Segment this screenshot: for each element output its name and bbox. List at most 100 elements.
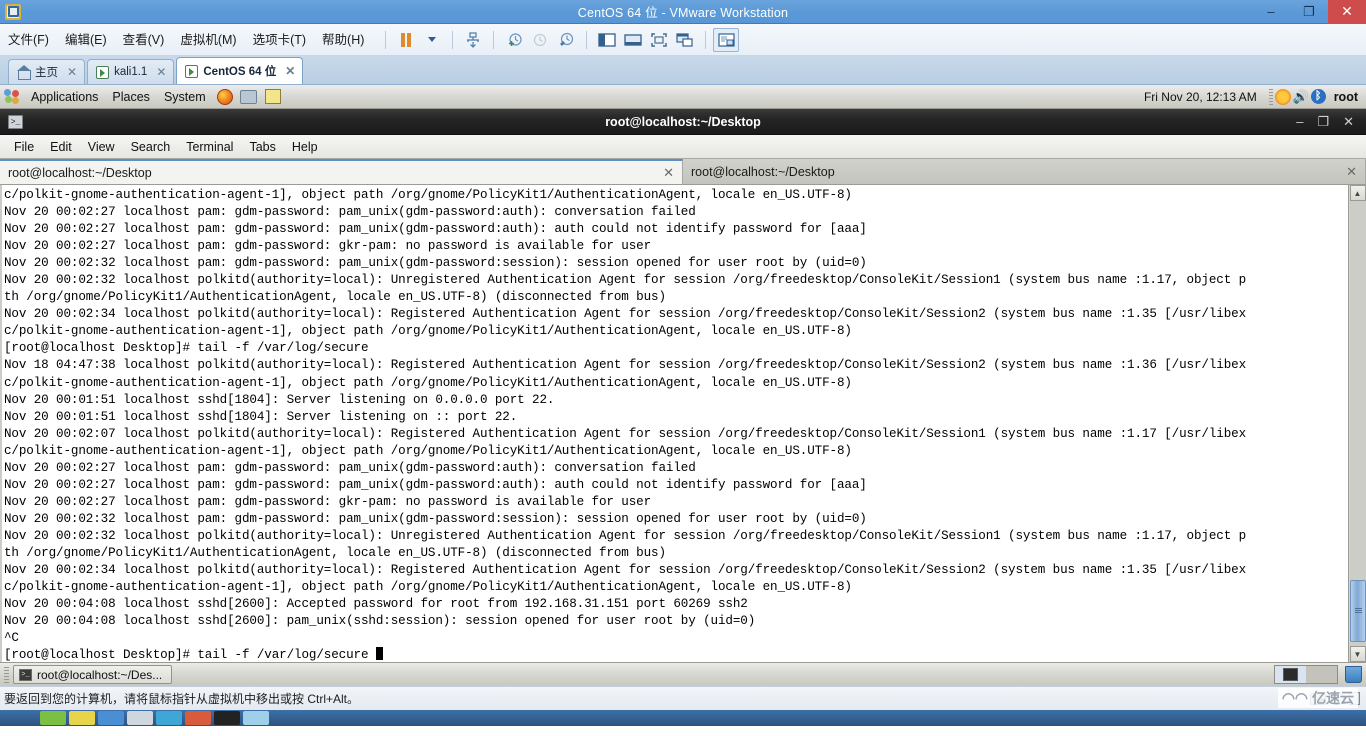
snapshot-revert-icon	[534, 33, 547, 46]
menu-tabs[interactable]: 选项卡(T)	[245, 24, 314, 56]
vm-tab-close-icon[interactable]: ✕	[156, 65, 166, 79]
panel-grip-icon	[4, 666, 9, 683]
volume-icon[interactable]: 🔊	[1293, 89, 1309, 104]
take-snapshot-button[interactable]	[501, 28, 527, 52]
terminal-window: >_ root@localhost:~/Desktop – ❐ ✕ File E…	[0, 109, 1366, 662]
vmware-window-controls: – ❐ ✕	[1252, 0, 1366, 24]
host-icon-8[interactable]	[243, 711, 269, 725]
vm-tab-label: kali1.1	[114, 66, 148, 78]
panel-separator-icon	[1268, 88, 1273, 105]
workspace-2[interactable]	[1306, 666, 1337, 683]
watermark-text: 亿速云	[1312, 690, 1354, 706]
text-editor-launcher[interactable]	[261, 86, 285, 108]
gnome-menu-places[interactable]: Places	[105, 86, 157, 108]
minimize-button[interactable]: –	[1252, 0, 1290, 24]
vm-tab-close-icon[interactable]: ✕	[67, 65, 77, 79]
menu-edit[interactable]: 编辑(E)	[57, 24, 115, 56]
pause-icon	[401, 32, 412, 47]
terminal-tab-close-icon[interactable]: ✕	[663, 165, 674, 181]
clock[interactable]: Fri Nov 20, 12:13 AM	[1134, 90, 1267, 104]
gnome-menu-applications[interactable]: Applications	[24, 86, 105, 108]
home-icon	[17, 64, 31, 80]
snapshot-manager-icon	[560, 32, 574, 46]
host-icon-4[interactable]	[127, 711, 153, 725]
vmware-title-bar: CentOS 64 位 - VMware Workstation – ❐ ✕	[0, 0, 1366, 24]
unity-mode-button[interactable]	[672, 28, 698, 52]
close-button[interactable]: ✕	[1328, 0, 1366, 24]
terminal-close-button[interactable]: ✕	[1343, 109, 1354, 135]
chevron-down-icon	[428, 37, 437, 42]
terminal-line: Nov 20 00:02:27 localhost pam: gdm-passw…	[4, 239, 652, 254]
scroll-up-icon[interactable]: ▲	[1349, 185, 1366, 201]
snapshot-manager-button[interactable]	[553, 28, 579, 52]
snapshot-add-icon	[509, 32, 522, 46]
show-sidebar-button[interactable]	[594, 28, 620, 52]
menu-vm[interactable]: 虚拟机(M)	[172, 24, 244, 56]
terminal-scrollbar[interactable]: ▲ ▼	[1348, 185, 1366, 662]
bluetooth-icon[interactable]: ᛒ	[1310, 89, 1326, 104]
terminal-maximize-button[interactable]: ❐	[1317, 109, 1329, 135]
vm-tab-close-icon[interactable]: ✕	[285, 64, 295, 78]
terminal-menu-search[interactable]: Search	[123, 135, 179, 159]
applications-menu-icon[interactable]	[0, 86, 24, 108]
terminal-minimize-button[interactable]: –	[1296, 109, 1303, 135]
vm-tab-kali[interactable]: kali1.1 ✕	[87, 59, 175, 84]
thumbnail-bar-icon	[624, 33, 643, 46]
gnome-menu-system[interactable]: System	[157, 86, 213, 108]
terminal-menu-file[interactable]: File	[6, 135, 42, 159]
host-icon-7[interactable]	[214, 711, 240, 725]
host-icon-1[interactable]	[40, 711, 66, 725]
manage-snapshot-button[interactable]	[460, 28, 486, 52]
workspace-switcher[interactable]	[1274, 665, 1338, 684]
terminal-menu-edit[interactable]: Edit	[42, 135, 80, 159]
scrollbar-thumb[interactable]	[1349, 580, 1366, 642]
user-menu[interactable]: root	[1328, 90, 1358, 104]
brightness-icon[interactable]	[1274, 88, 1291, 105]
terminal-prompt-text: [root@localhost Desktop]# tail -f /var/l…	[4, 648, 376, 662]
vm-tab-centos[interactable]: CentOS 64 位 ✕	[176, 57, 304, 84]
suspend-button[interactable]	[393, 28, 419, 52]
terminal-icon: >_	[19, 668, 32, 681]
terminal-window-title: root@localhost:~/Desktop	[605, 114, 761, 129]
host-icon-2[interactable]	[69, 711, 95, 725]
terminal-output[interactable]: c/polkit-gnome-authentication-agent-1], …	[2, 185, 1348, 662]
terminal-menu-tabs[interactable]: Tabs	[241, 135, 283, 159]
vm-tab-home[interactable]: 主页 ✕	[8, 59, 86, 84]
host-icon-5[interactable]	[156, 711, 182, 725]
host-icon-6[interactable]	[185, 711, 211, 725]
terminal-tab-close-icon[interactable]: ✕	[1346, 164, 1357, 180]
console-view-button[interactable]	[713, 27, 740, 52]
menu-help[interactable]: 帮助(H)	[314, 24, 372, 56]
terminal-line: Nov 20 00:02:34 localhost polkitd(author…	[4, 307, 1247, 322]
gnome-panel-right: Fri Nov 20, 12:13 AM 🔊 ᛒ root	[1134, 88, 1366, 105]
terminal-menu-terminal[interactable]: Terminal	[178, 135, 241, 159]
terminal-tab-1[interactable]: root@localhost:~/Desktop ✕	[0, 159, 683, 184]
maximize-button[interactable]: ❐	[1290, 0, 1328, 24]
workspace-1[interactable]	[1275, 666, 1306, 683]
host-icon-3[interactable]	[98, 711, 124, 725]
terminal-menu-help[interactable]: Help	[284, 135, 326, 159]
gnome-bottom-panel: >_ root@localhost:~/Des...	[0, 662, 1366, 686]
vm-icon	[96, 65, 110, 79]
terminal-menu-view[interactable]: View	[80, 135, 123, 159]
terminal-line: Nov 20 00:02:32 localhost polkitd(author…	[4, 528, 1247, 543]
taskbar-item-terminal[interactable]: >_ root@localhost:~/Des...	[13, 665, 173, 684]
scrollbar-track[interactable]	[1349, 201, 1366, 646]
fullscreen-button[interactable]	[646, 28, 672, 52]
terminal-tab-2[interactable]: root@localhost:~/Desktop ✕	[683, 159, 1366, 184]
help-launcher[interactable]	[237, 86, 261, 108]
revert-snapshot-button[interactable]	[527, 28, 553, 52]
terminal-line: c/polkit-gnome-authentication-agent-1], …	[4, 324, 852, 339]
show-thumbnail-bar-button[interactable]	[620, 28, 646, 52]
toolbar-separator	[586, 30, 588, 49]
trash-icon[interactable]	[1345, 666, 1362, 683]
menu-view[interactable]: 查看(V)	[115, 24, 173, 56]
vm-tab-label: 主页	[35, 67, 58, 79]
firefox-launcher[interactable]	[213, 86, 237, 108]
terminal-line: th /org/gnome/PolicyKit1/AuthenticationA…	[4, 545, 666, 560]
scroll-down-icon[interactable]: ▼	[1349, 646, 1366, 662]
power-dropdown[interactable]	[419, 28, 445, 52]
console-view-icon	[718, 32, 735, 47]
menu-file[interactable]: 文件(F)	[0, 24, 57, 56]
vmware-status-bar: 要返回到您的计算机，请将鼠标指针从虚拟机中移出或按 Ctrl+Alt。 ◠◠ 亿…	[0, 686, 1366, 710]
